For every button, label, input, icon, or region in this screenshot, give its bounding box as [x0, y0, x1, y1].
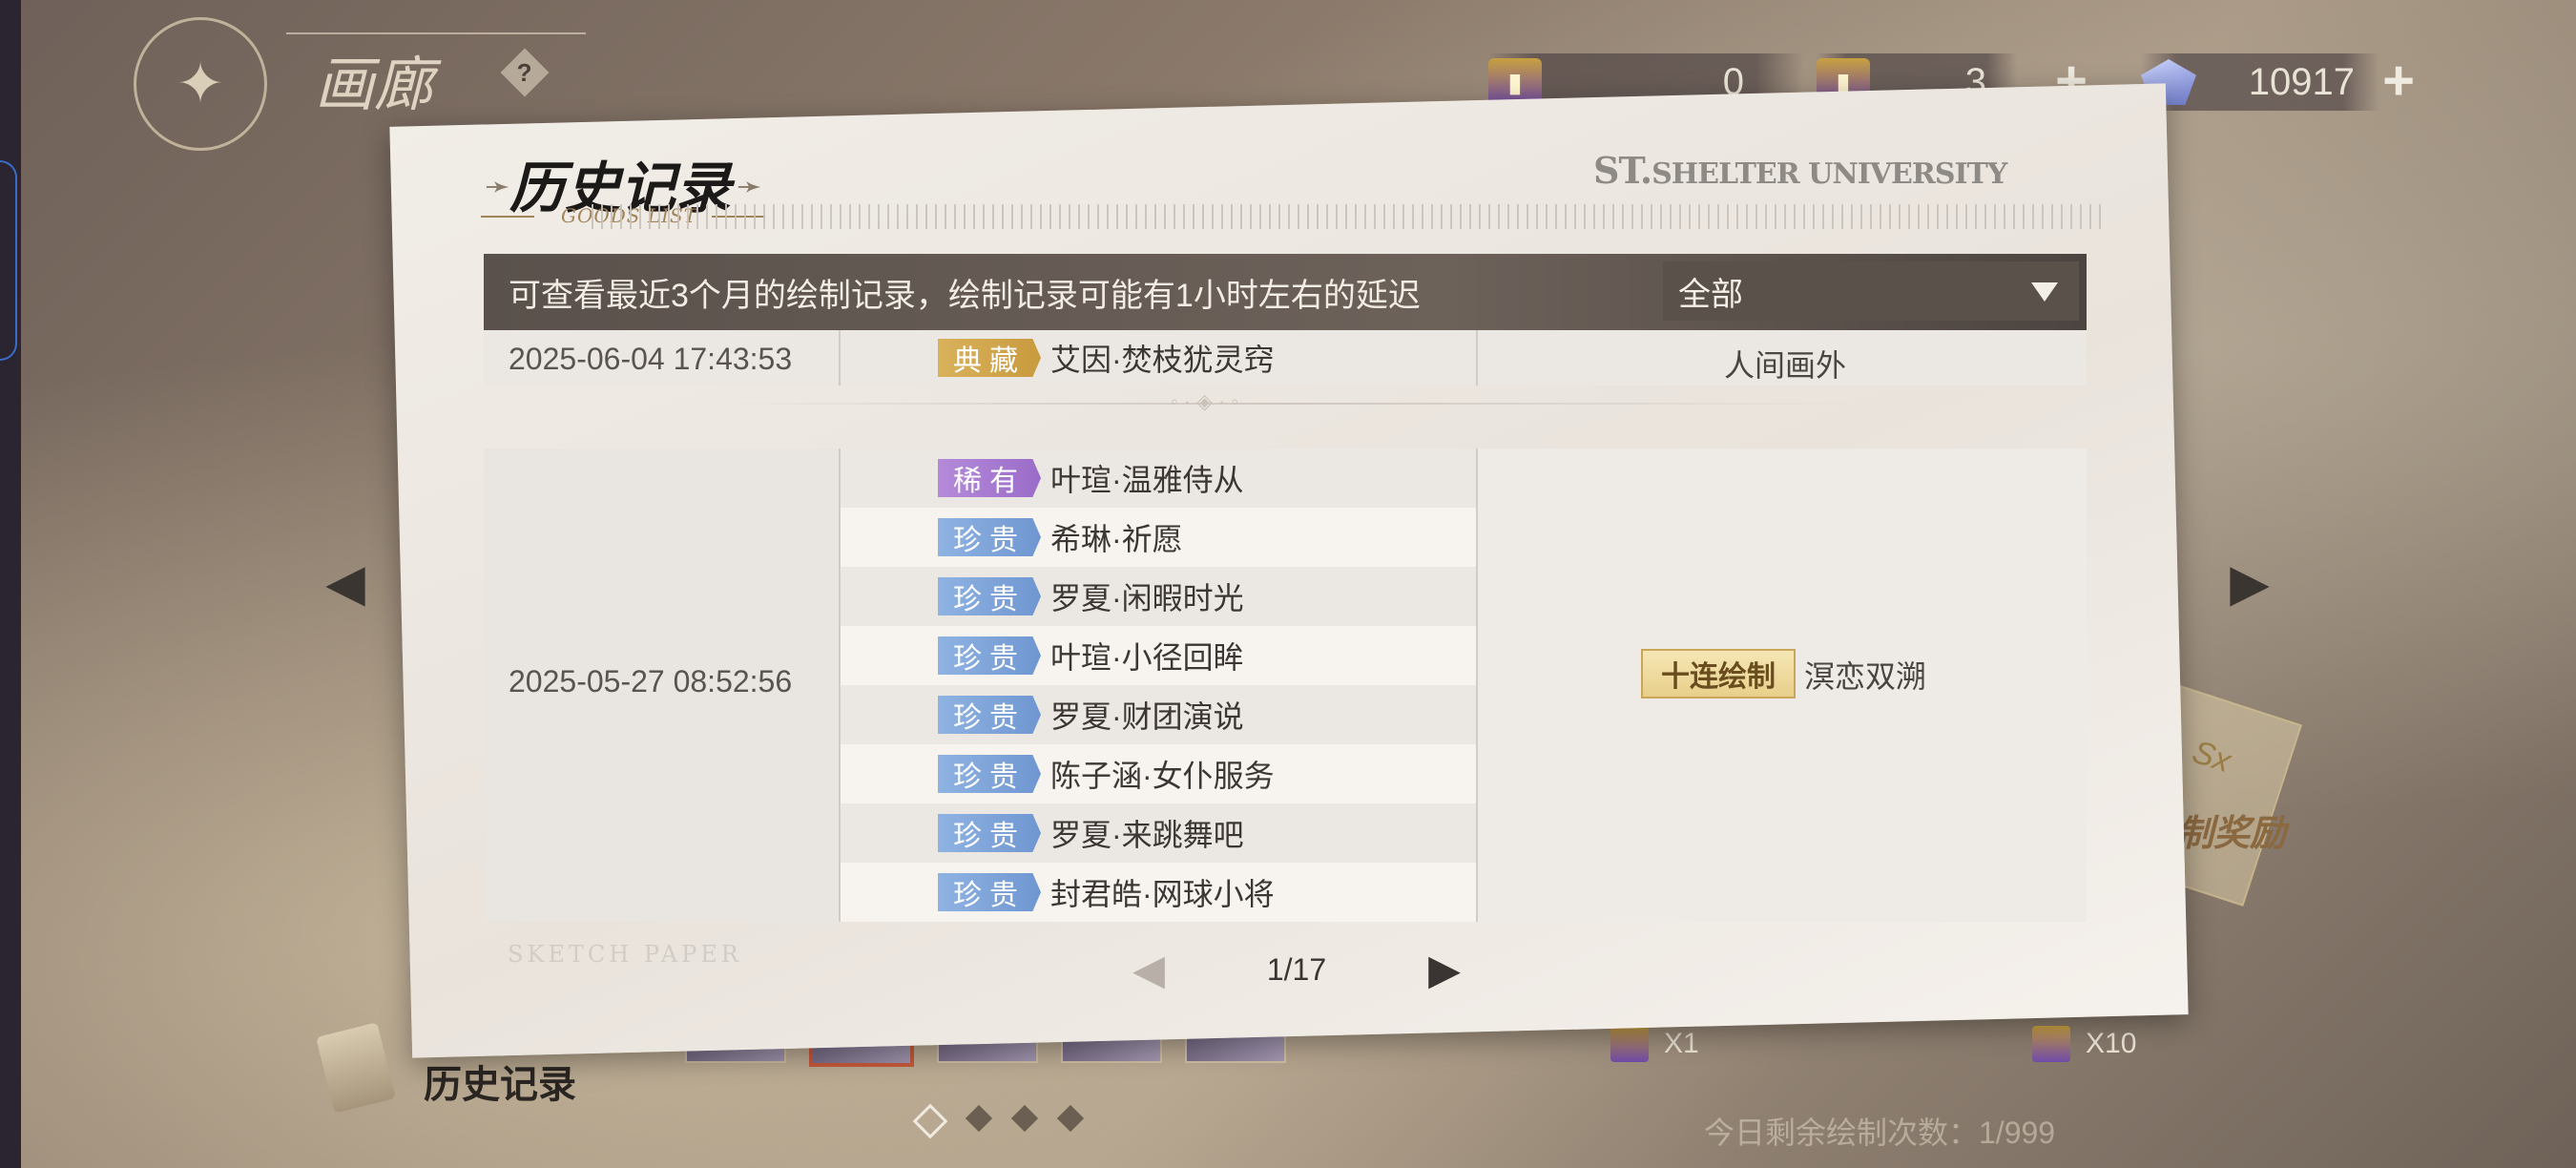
rarity-tag-precious: 珍贵 [938, 577, 1041, 615]
rarity-tag-precious: 珍贵 [938, 814, 1041, 852]
column-divider [1476, 330, 1478, 386]
rarity-tag-precious: 珍贵 [938, 696, 1041, 734]
rarity-tag-precious: 珍贵 [938, 755, 1041, 793]
list-item: 稀有 叶瑄·温雅侍从 [938, 456, 1244, 500]
sketch-paper-label: SKETCH PAPER [508, 941, 742, 968]
rarity-tag-precious: 珍贵 [938, 518, 1041, 556]
list-item: 珍贵 封君皓·网球小将 [938, 870, 1275, 914]
item-name: 希琳·祈愿 [1050, 522, 1183, 556]
sx-label: Sx [2188, 733, 2235, 781]
page-dots [912, 1103, 1085, 1139]
list-item: 珍贵 罗夏·闲暇时光 [938, 574, 1244, 618]
rarity-tag-rare: 稀有 [938, 459, 1041, 497]
filter-dropdown[interactable]: 全部 [1663, 261, 2079, 321]
history-label[interactable]: 历史记录 [424, 1053, 576, 1109]
side-bezel [0, 160, 17, 361]
page-dot[interactable] [1056, 1104, 1085, 1133]
next-page-icon[interactable]: ▶ [1416, 941, 1473, 998]
title-deco-right-icon: ➛ [737, 169, 762, 203]
rarity-tag-legend: 典藏 [938, 339, 1041, 377]
next-arrow-icon[interactable]: ▶ [2219, 552, 2280, 613]
table-row: 2025-05-27 08:52:56 稀有 叶瑄·温雅侍从 珍贵 希琳·祈愿 … [484, 448, 2087, 922]
info-text: 可查看最近3个月的绘制记录，绘制记录可能有1小时左右的延迟 [509, 277, 1421, 314]
column-divider [839, 330, 841, 386]
subtitle-rule-left [481, 216, 534, 218]
brand-logo: ST.SHELTER UNIVERSITY [1593, 149, 2007, 192]
currency-value: 10917 [2248, 60, 2355, 103]
list-item: 典藏 艾因·焚枝犹灵窍 [938, 336, 1275, 380]
divider-ornament: ◦·◈·◦ [1171, 389, 1245, 413]
record-time: 2025-06-04 17:43:53 [509, 342, 793, 376]
item-name: 罗夏·闲暇时光 [1050, 581, 1244, 615]
add-gem-button[interactable]: + [2374, 53, 2423, 109]
column-divider [839, 448, 841, 922]
currency-gem: 10917 [2141, 53, 2379, 111]
list-item: 珍贵 罗夏·财团演说 [938, 693, 1244, 737]
help-glyph: ? [517, 57, 532, 87]
list-item: 珍贵 陈子涵·女仆服务 [938, 752, 1275, 796]
remaining-draws: 今日剩余绘制次数：1/999 [1704, 1116, 2056, 1150]
title-rule [286, 32, 586, 34]
brand-prefix: ST. [1593, 149, 1652, 192]
ruler-ticks [592, 204, 2109, 229]
history-modal-content: ➛ 历史记录 ➛ GOODS LIST ST.SHELTER UNIVERSIT… [401, 105, 2177, 1036]
table-row: 2025-06-04 17:43:53 典藏 艾因·焚枝犹灵窍 人间画外 [484, 330, 2087, 386]
page-indicator: 1/17 [1266, 951, 1327, 987]
item-name: 叶瑄·小径回眸 [1050, 640, 1244, 675]
pagination: ◀ 1/17 ▶ [1120, 943, 1473, 996]
item-name: 陈子涵·女仆服务 [1050, 759, 1275, 793]
page-dot[interactable] [1010, 1104, 1039, 1133]
page-dot[interactable] [912, 1103, 948, 1139]
rarity-tag-precious: 珍贵 [938, 873, 1041, 911]
prev-page-icon[interactable]: ◀ [1120, 941, 1177, 998]
list-item: 珍贵 希琳·祈愿 [938, 515, 1183, 559]
column-divider [1476, 448, 1478, 922]
ten-draw-badge: 十连绘制 [1641, 649, 1796, 699]
info-bar: 可查看最近3个月的绘制记录，绘制记录可能有1小时左右的延迟 全部 [484, 254, 2087, 330]
item-name: 封君皓·网球小将 [1050, 877, 1275, 911]
prev-arrow-icon[interactable]: ◀ [315, 552, 376, 613]
draw-reward-label[interactable]: 制奖励 [2177, 803, 2286, 856]
brand-main: SHELTER UNIVERSITY [1652, 157, 2007, 191]
item-name: 罗夏·财团演说 [1050, 699, 1244, 734]
page-dot[interactable] [965, 1104, 993, 1133]
rarity-tag-precious: 珍贵 [938, 636, 1041, 675]
list-item: 珍贵 叶瑄·小径回眸 [938, 634, 1244, 678]
filter-value: 全部 [1678, 276, 1743, 313]
divider [713, 403, 1858, 405]
pool-name: 人间画外 [1724, 348, 1847, 383]
item-name: 艾因·焚枝犹灵窍 [1050, 343, 1275, 377]
item-name: 叶瑄·温雅侍从 [1050, 463, 1244, 497]
chevron-down-icon [2031, 282, 2058, 302]
pool-name: 溟恋双溯 [1804, 659, 1927, 694]
record-time: 2025-05-27 08:52:56 [509, 664, 793, 699]
title-deco-left-icon: ➛ [485, 169, 510, 203]
list-item: 珍贵 罗夏·来跳舞吧 [938, 811, 1244, 855]
butterfly-emblem-icon: ✦ [134, 17, 267, 151]
item-name: 罗夏·来跳舞吧 [1050, 818, 1244, 852]
